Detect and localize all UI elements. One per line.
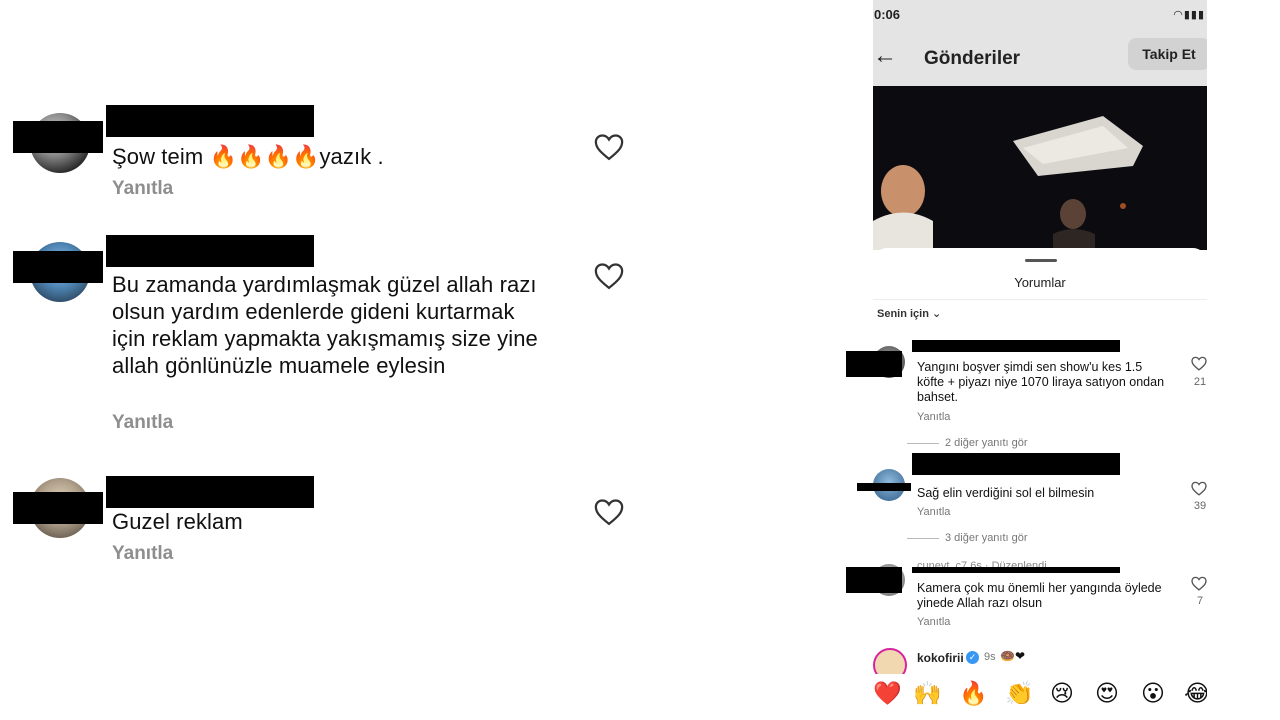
emoji-wow[interactable]: 😮 — [1141, 680, 1165, 707]
username-redaction — [106, 476, 314, 508]
comment-text: Kamera çok mu önemli her yangında öylede… — [917, 581, 1162, 610]
like-count: 21 — [1193, 376, 1207, 388]
sheet-title: Yorumlar — [1014, 275, 1066, 290]
avatar-redaction — [846, 351, 902, 377]
comment-text: Bu zamanda yardımlaşmak güzel allah razı… — [112, 272, 538, 378]
reply-link[interactable]: Yanıtla — [112, 543, 173, 565]
username-redaction — [106, 235, 314, 267]
reply-link[interactable]: Yanıtla — [917, 411, 950, 423]
avatar-redaction — [13, 492, 103, 524]
heart-outline-icon[interactable] — [1191, 356, 1207, 371]
video-frame — [873, 86, 1207, 250]
status-bar: 0:06 ◠▮▮▮ — [873, 6, 1207, 26]
drag-handle[interactable] — [1025, 259, 1057, 262]
emoji-heart-eyes[interactable]: 😍 — [1095, 680, 1119, 707]
avatar-redaction — [857, 483, 911, 491]
divider — [873, 299, 1207, 300]
post-video[interactable] — [873, 86, 1207, 250]
view-more-replies[interactable]: 3 diğer yanıtı gör — [907, 532, 1028, 544]
avatar-redaction — [13, 251, 103, 283]
view-more-label: 2 diğer yanıtı gör — [945, 437, 1028, 449]
reply-link[interactable]: Yanıtla — [917, 506, 950, 518]
username[interactable]: kokofirii — [917, 651, 964, 665]
view-more-label: 3 diğer yanıtı gör — [945, 532, 1028, 544]
status-time: 0:06 — [874, 7, 901, 22]
reply-link[interactable]: Yanıtla — [112, 178, 173, 200]
comment-time: 9s — [984, 651, 996, 663]
phone-screenshot: 0:06 ◠▮▮▮ ← Gönderiler Takip Et Yorumlar… — [873, 0, 1207, 720]
wifi-icon: ◠ — [1173, 9, 1184, 21]
filter-dropdown[interactable]: Senin için ⌄ — [877, 307, 941, 320]
avatar-redaction — [13, 121, 103, 153]
heart-outline-icon[interactable] — [594, 133, 624, 161]
heart-outline-icon[interactable] — [1191, 576, 1207, 591]
chevron-down-icon: ⌄ — [932, 308, 942, 320]
comment-text: Yangını boşver şimdi sen show'u kes 1.5 … — [917, 360, 1165, 404]
emoji-crying[interactable]: 😢 — [1050, 680, 1074, 707]
reply-link[interactable]: Yanıtla — [917, 616, 950, 628]
signal-icon: ▮▮ — [1183, 9, 1198, 21]
heart-outline-icon[interactable] — [1191, 481, 1207, 496]
like-count: 39 — [1193, 500, 1207, 512]
username-redaction — [106, 105, 314, 137]
username-redaction — [912, 453, 1120, 475]
reply-link[interactable]: Yanıtla — [112, 412, 173, 434]
page-title: Gönderiler — [924, 48, 1021, 69]
comment-text: Şow teim 🔥🔥🔥🔥yazık . — [112, 144, 384, 169]
filter-label: Senin için — [877, 308, 929, 320]
comment-text: Sağ elin verdiğini sol el bilmesin — [917, 486, 1095, 500]
like-count: 7 — [1196, 595, 1204, 607]
emoji-heart[interactable]: ❤️ — [873, 680, 902, 707]
top-bar: ← Gönderiler Takip Et — [873, 38, 1207, 78]
heart-outline-icon[interactable] — [594, 262, 624, 290]
username-redaction — [912, 340, 1120, 352]
emoji-raised-hands[interactable]: 🙌 — [913, 680, 942, 707]
emoji-laughing[interactable]: 😂 — [1184, 680, 1207, 707]
avatar-redaction — [846, 567, 902, 593]
comment-text: Guzel reklam — [112, 509, 243, 534]
emoji-reaction-bar: ❤️ 🙌 🔥 👏 😢 😍 😮 😂 — [873, 674, 1207, 720]
username-redaction — [912, 567, 1120, 573]
emoji-fire[interactable]: 🔥 — [959, 680, 988, 707]
emoji-clap[interactable]: 👏 — [1005, 680, 1034, 707]
verified-badge-icon: ✓ — [966, 651, 979, 664]
view-more-replies[interactable]: 2 diğer yanıtı gör — [907, 437, 1028, 449]
follow-button[interactable]: Takip Et — [1128, 38, 1207, 70]
battery-icon: ▮ — [1197, 9, 1205, 21]
back-arrow-icon[interactable]: ← — [873, 42, 897, 70]
comment-emoji: 🍩❤ — [1000, 649, 1025, 663]
heart-outline-icon[interactable] — [594, 498, 624, 526]
